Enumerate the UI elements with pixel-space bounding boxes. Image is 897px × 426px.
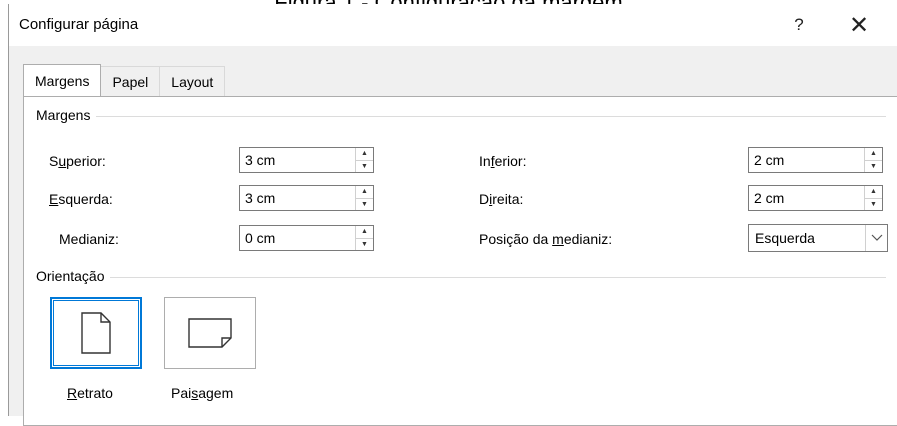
gutter-label: Medianiz: xyxy=(59,231,119,247)
portrait-page-icon xyxy=(81,312,111,354)
help-icon: ? xyxy=(794,15,804,34)
title-bar: Configurar página ? ✕ xyxy=(9,4,897,46)
spin-up-icon[interactable]: ▲ xyxy=(356,226,373,239)
spin-down-icon[interactable]: ▼ xyxy=(865,161,882,173)
dialog-title: Configurar página xyxy=(19,16,139,33)
right-margin-label: Direita: xyxy=(479,191,524,207)
spin-down-icon[interactable]: ▼ xyxy=(356,239,373,251)
spin-up-icon[interactable]: ▲ xyxy=(865,148,882,161)
portrait-button[interactable] xyxy=(50,297,142,369)
gutter-spinner[interactable]: 0 cm ▲ ▼ xyxy=(239,225,374,251)
portrait-label: Retrato xyxy=(67,385,113,401)
bottom-margin-spinner[interactable]: 2 cm ▲ ▼ xyxy=(748,147,883,173)
margins-group-divider xyxy=(36,116,886,117)
tab-layout[interactable]: Layout xyxy=(159,66,226,96)
bottom-margin-value[interactable]: 2 cm xyxy=(749,148,864,172)
margins-group-label: Margens xyxy=(36,107,97,123)
left-margin-value[interactable]: 3 cm xyxy=(240,186,355,210)
landscape-button[interactable] xyxy=(164,297,256,369)
tab-margins[interactable]: Margens xyxy=(23,64,102,96)
orientation-group-label: Orientação xyxy=(36,268,111,284)
landscape-page-icon xyxy=(188,318,232,348)
right-margin-value[interactable]: 2 cm xyxy=(749,186,864,210)
left-margin-label: Esquerda: xyxy=(49,191,113,207)
left-margin-spinner[interactable]: 3 cm ▲ ▼ xyxy=(239,185,374,211)
top-margin-label: Superior: xyxy=(49,153,106,169)
page-setup-dialog: Configurar página ? ✕ Margens Papel Layo… xyxy=(8,4,897,426)
close-button[interactable]: ✕ xyxy=(839,8,879,42)
help-button[interactable]: ? xyxy=(779,8,819,42)
spin-up-icon[interactable]: ▲ xyxy=(356,186,373,199)
tab-strip: Margens Papel Layout xyxy=(23,64,226,97)
landscape-label: Paisagem xyxy=(171,385,234,401)
top-margin-spinner[interactable]: 3 cm ▲ ▼ xyxy=(239,147,374,173)
spin-down-icon[interactable]: ▼ xyxy=(356,199,373,211)
spin-down-icon[interactable]: ▼ xyxy=(865,199,882,211)
chevron-down-icon[interactable] xyxy=(865,225,887,251)
tab-paper[interactable]: Papel xyxy=(100,66,161,96)
gutter-position-label: Posição da medianiz: xyxy=(479,231,613,247)
spin-down-icon[interactable]: ▼ xyxy=(356,161,373,173)
right-margin-spinner[interactable]: 2 cm ▲ ▼ xyxy=(748,185,883,211)
spin-up-icon[interactable]: ▲ xyxy=(865,186,882,199)
gutter-position-select[interactable]: Esquerda xyxy=(748,224,888,252)
spin-up-icon[interactable]: ▲ xyxy=(356,148,373,161)
gutter-value[interactable]: 0 cm xyxy=(240,226,355,250)
gutter-position-value[interactable]: Esquerda xyxy=(749,225,865,251)
top-margin-value[interactable]: 3 cm xyxy=(240,148,355,172)
bottom-margin-label: Inferior: xyxy=(479,153,527,169)
close-icon: ✕ xyxy=(848,11,870,39)
orientation-group-divider xyxy=(36,277,886,278)
tab-panel-margins: Margens Superior: 3 cm ▲ ▼ Inferior: 2 c… xyxy=(23,96,897,426)
